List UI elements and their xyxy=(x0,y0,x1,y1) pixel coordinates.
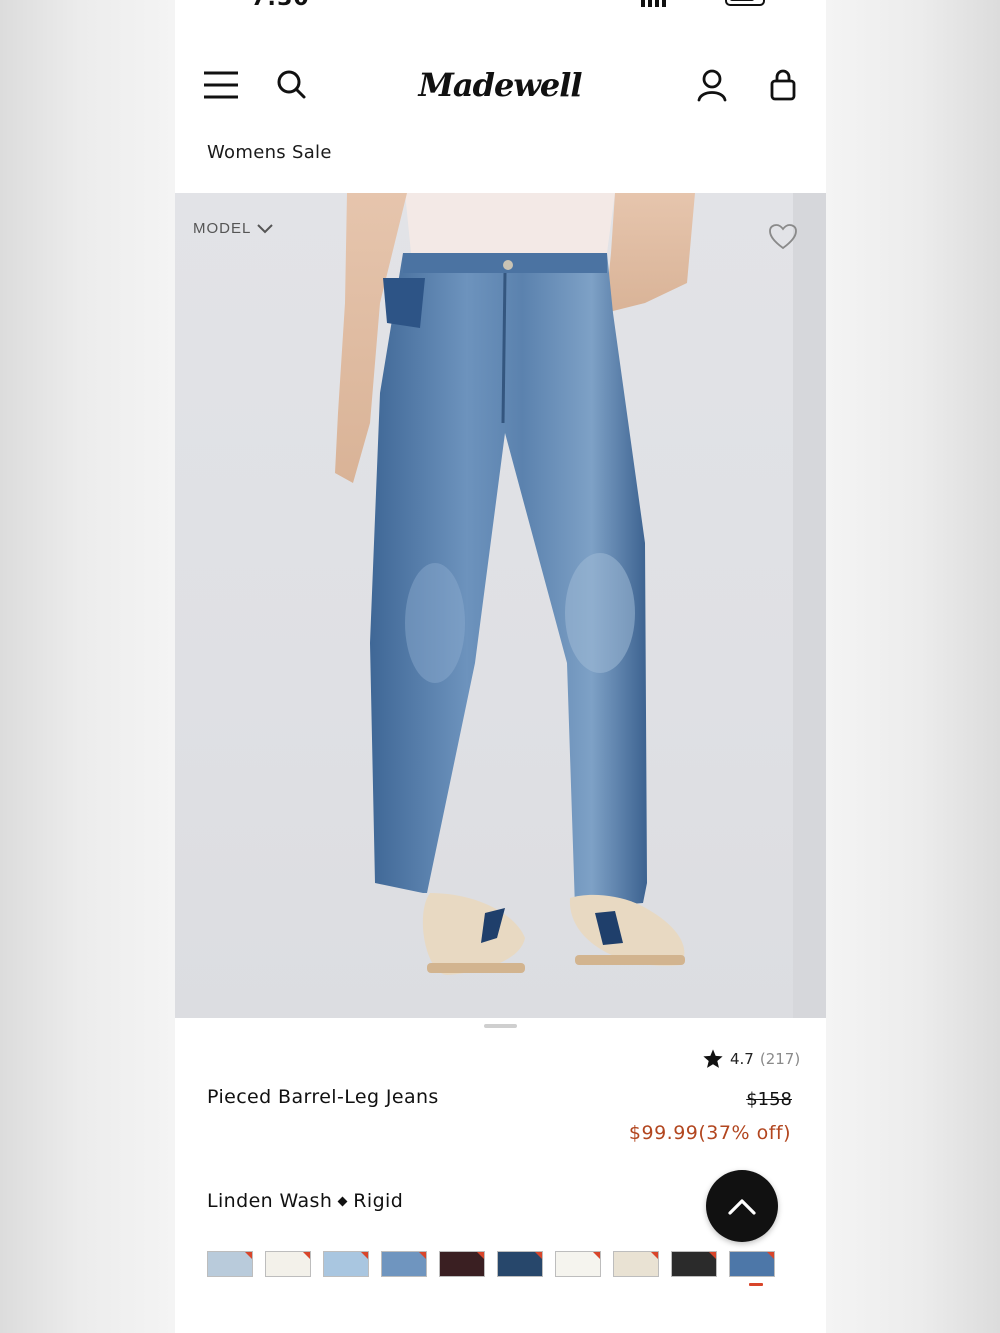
color-swatch[interactable] xyxy=(555,1251,601,1277)
color-fit-name: Rigid xyxy=(353,1190,404,1212)
product-rating[interactable]: 4.7 (217) xyxy=(702,1048,800,1070)
sale-flag-icon xyxy=(650,1252,658,1260)
menu-icon[interactable] xyxy=(202,66,240,104)
account-icon[interactable] xyxy=(693,66,731,104)
product-page: 7:30 Madewell Womens Sale xyxy=(175,0,826,1333)
status-time: 7:30 xyxy=(251,0,310,11)
rating-value: 4.7 xyxy=(730,1050,754,1068)
color-swatch[interactable] xyxy=(497,1251,543,1277)
sale-flag-icon xyxy=(476,1252,484,1260)
sheet-handle[interactable] xyxy=(484,1024,517,1028)
color-swatch[interactable] xyxy=(671,1251,717,1277)
color-swatch[interactable] xyxy=(265,1251,311,1277)
chevron-up-icon xyxy=(728,1199,756,1215)
heart-icon[interactable] xyxy=(768,223,798,251)
product-image xyxy=(335,193,695,975)
chevron-down-icon xyxy=(257,223,274,233)
color-swatch[interactable] xyxy=(613,1251,659,1277)
search-icon[interactable] xyxy=(273,66,311,104)
sale-flag-icon xyxy=(244,1252,252,1260)
product-image-carousel[interactable]: MODEL xyxy=(175,193,826,1018)
color-wash-name: Linden Wash xyxy=(207,1190,333,1212)
bag-icon[interactable] xyxy=(764,66,802,104)
selected-color-label: Linden Wash Rigid xyxy=(207,1190,403,1212)
sale-flag-icon xyxy=(360,1252,368,1260)
sale-flag-icon xyxy=(302,1252,310,1260)
review-count: (217) xyxy=(759,1050,801,1068)
color-swatch[interactable] xyxy=(207,1251,253,1277)
color-swatch-list xyxy=(207,1251,775,1277)
original-price: $158 xyxy=(746,1089,792,1110)
sale-flag-icon xyxy=(418,1252,426,1260)
color-swatch[interactable] xyxy=(729,1251,775,1277)
sale-price: $99.99(37% off) xyxy=(628,1122,791,1144)
color-swatch[interactable] xyxy=(439,1251,485,1277)
color-swatch[interactable] xyxy=(381,1251,427,1277)
sale-flag-icon xyxy=(708,1252,716,1260)
product-title: Pieced Barrel-Leg Jeans xyxy=(207,1086,439,1108)
separator-dot xyxy=(337,1196,348,1206)
next-image-peek[interactable] xyxy=(793,193,826,1018)
site-header: Madewell xyxy=(175,50,826,126)
status-bar: 7:30 xyxy=(175,0,826,12)
scroll-to-top-button[interactable] xyxy=(706,1170,778,1242)
sale-flag-icon xyxy=(592,1252,600,1260)
model-toggle-label: MODEL xyxy=(193,220,252,237)
sale-flag-icon xyxy=(534,1252,542,1260)
madewell-logo[interactable]: Madewell xyxy=(415,60,585,110)
selected-swatch-indicator xyxy=(749,1283,763,1286)
model-dropdown[interactable]: MODEL xyxy=(193,220,274,237)
color-swatch[interactable] xyxy=(323,1251,369,1277)
sale-flag-icon xyxy=(766,1252,774,1260)
battery-icon xyxy=(725,0,765,6)
signal-icon xyxy=(641,0,666,7)
star-icon xyxy=(703,1049,723,1068)
breadcrumb[interactable]: Womens Sale xyxy=(207,142,332,163)
